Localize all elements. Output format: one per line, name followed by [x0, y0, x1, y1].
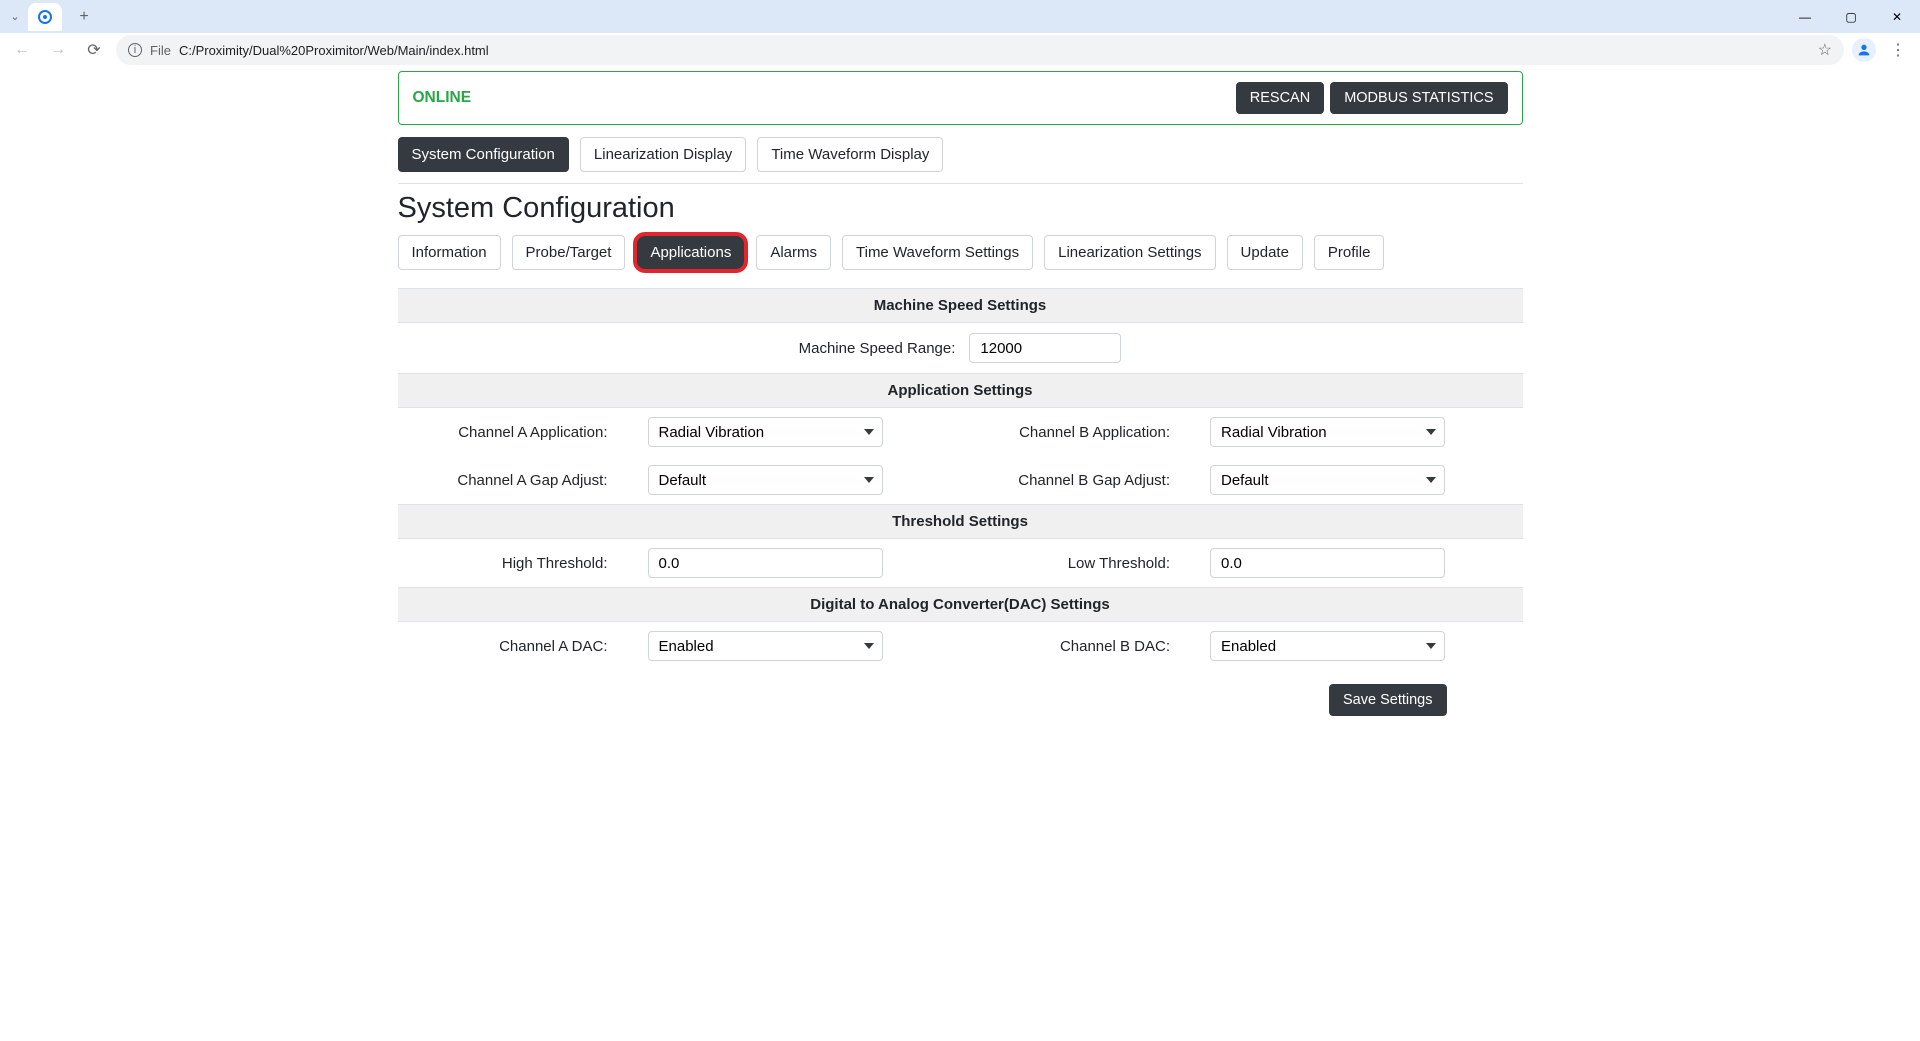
url-scheme: File — [150, 43, 171, 58]
sub-tabs: Information Probe/Target Applications Al… — [398, 235, 1523, 270]
status-buttons: RESCAN MODBUS STATISTICS — [1236, 82, 1508, 114]
channel-b-gap-select[interactable]: Default — [1210, 465, 1445, 495]
machine-speed-label: Machine Speed Range: — [799, 340, 956, 357]
site-info-icon[interactable]: i — [128, 43, 142, 57]
subtab-profile[interactable]: Profile — [1314, 235, 1385, 270]
section-header-threshold: Threshold Settings — [398, 504, 1523, 539]
browser-menu-button[interactable]: ⋮ — [1884, 40, 1912, 60]
subtab-applications[interactable]: Applications — [636, 235, 745, 270]
url-text: C:/Proximity/Dual%20Proximitor/Web/Main/… — [179, 43, 489, 58]
channel-b-application-select[interactable]: Radial Vibration — [1210, 417, 1445, 447]
tab-system-configuration[interactable]: System Configuration — [398, 137, 569, 172]
favicon-icon — [38, 10, 52, 24]
channel-a-dac-label: Channel A DAC: — [398, 638, 648, 655]
channel-a-application-label: Channel A Application: — [398, 424, 648, 441]
tab-search-icon[interactable]: ⌄ — [6, 10, 24, 23]
channel-b-gap-label: Channel B Gap Adjust: — [960, 472, 1210, 489]
low-threshold-label: Low Threshold: — [960, 555, 1210, 572]
channel-a-gap-label: Channel A Gap Adjust: — [398, 472, 648, 489]
subtab-time-waveform-settings[interactable]: Time Waveform Settings — [842, 235, 1033, 270]
threshold-row: High Threshold: Low Threshold: — [398, 539, 1523, 587]
subtab-information[interactable]: Information — [398, 235, 501, 270]
maximize-button[interactable]: ▢ — [1828, 0, 1874, 33]
channel-b-application-label: Channel B Application: — [960, 424, 1210, 441]
subtab-alarms[interactable]: Alarms — [756, 235, 831, 270]
rescan-button[interactable]: RESCAN — [1236, 82, 1324, 114]
page-container: ONLINE RESCAN MODBUS STATISTICS System C… — [398, 67, 1523, 716]
channel-a-gap-select[interactable]: Default — [648, 465, 883, 495]
page-title: System Configuration — [398, 192, 1523, 225]
profile-button[interactable] — [1852, 38, 1876, 62]
forward-button[interactable]: → — [44, 36, 72, 64]
main-tabs: System Configuration Linearization Displ… — [398, 137, 1523, 184]
close-button[interactable]: ✕ — [1874, 0, 1920, 33]
status-bar: ONLINE RESCAN MODBUS STATISTICS — [398, 71, 1523, 125]
channel-a-application-select[interactable]: Radial Vibration — [648, 417, 883, 447]
channel-b-dac-select[interactable]: Enabled — [1210, 631, 1445, 661]
app-row-1: Channel A Application: Radial Vibration … — [398, 408, 1523, 456]
modbus-statistics-button[interactable]: MODBUS STATISTICS — [1330, 82, 1507, 114]
section-header-dac: Digital to Analog Converter(DAC) Setting… — [398, 587, 1523, 622]
channel-a-dac-select[interactable]: Enabled — [648, 631, 883, 661]
machine-speed-input[interactable] — [969, 333, 1121, 363]
window-controls: — ▢ ✕ — [1782, 0, 1920, 33]
dac-row: Channel A DAC: Enabled Channel B DAC: En… — [398, 622, 1523, 670]
high-threshold-input[interactable] — [648, 548, 883, 578]
reload-button[interactable]: ⟳ — [80, 36, 108, 64]
app-row-2: Channel A Gap Adjust: Default Channel B … — [398, 456, 1523, 504]
browser-tab[interactable] — [28, 3, 62, 31]
machine-speed-row: Machine Speed Range: — [398, 323, 1523, 373]
minimize-button[interactable]: — — [1782, 0, 1828, 33]
browser-toolbar: ← → ⟳ i File C:/Proximity/Dual%20Proximi… — [0, 33, 1920, 67]
status-text: ONLINE — [413, 89, 472, 107]
subtab-linearization-settings[interactable]: Linearization Settings — [1044, 235, 1215, 270]
subtab-probe-target[interactable]: Probe/Target — [512, 235, 626, 270]
save-settings-button[interactable]: Save Settings — [1329, 684, 1446, 716]
tab-strip: ⌄ + — ▢ ✕ — [0, 0, 1920, 33]
person-icon — [1856, 42, 1872, 58]
save-row: Save Settings — [398, 670, 1523, 716]
browser-chrome: ⌄ + — ▢ ✕ ← → ⟳ i File C:/Proximity/Dual… — [0, 0, 1920, 67]
back-button[interactable]: ← — [8, 36, 36, 64]
low-threshold-input[interactable] — [1210, 548, 1445, 578]
new-tab-button[interactable]: + — [70, 3, 98, 31]
subtab-update[interactable]: Update — [1227, 235, 1303, 270]
tab-time-waveform-display[interactable]: Time Waveform Display — [757, 137, 943, 172]
high-threshold-label: High Threshold: — [398, 555, 648, 572]
address-bar[interactable]: i File C:/Proximity/Dual%20Proximitor/We… — [116, 35, 1844, 65]
tab-linearization-display[interactable]: Linearization Display — [580, 137, 746, 172]
section-header-app-settings: Application Settings — [398, 373, 1523, 408]
channel-b-dac-label: Channel B DAC: — [960, 638, 1210, 655]
bookmark-icon[interactable]: ☆ — [1818, 40, 1832, 60]
section-header-machine-speed: Machine Speed Settings — [398, 288, 1523, 323]
